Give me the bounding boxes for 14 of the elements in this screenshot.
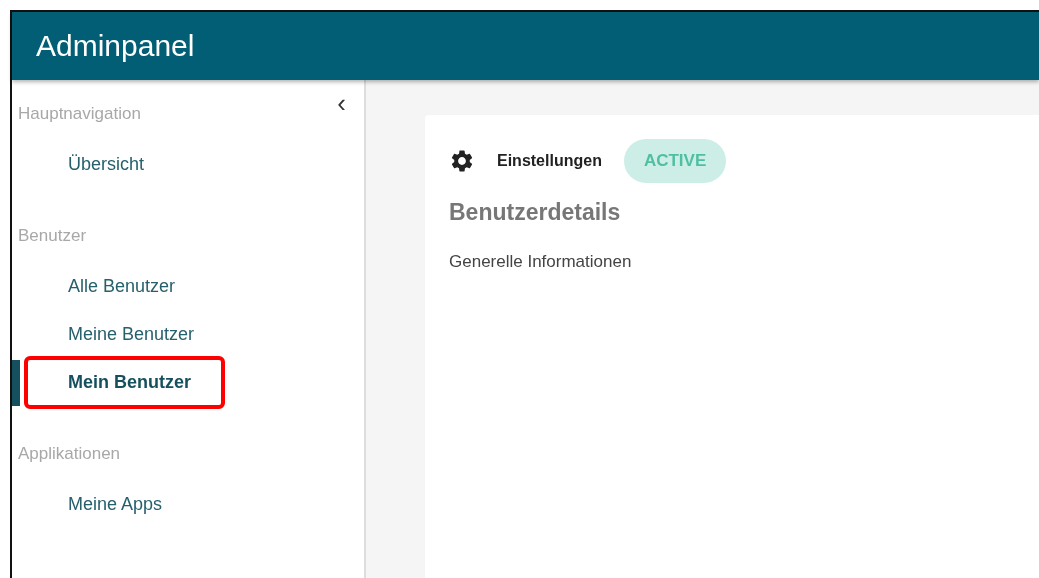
- section-subheading: Generelle Informationen: [449, 252, 633, 272]
- section-label: Benutzer: [18, 226, 87, 247]
- section-label: Hauptnavigation: [18, 104, 141, 125]
- collapse-button[interactable]: ‹: [337, 90, 346, 116]
- section-label: Applikationen: [18, 444, 121, 465]
- gear-icon: [449, 148, 475, 174]
- section-heading: Benutzerdetails: [449, 199, 622, 226]
- nav-item[interactable]: Meine Apps: [68, 489, 163, 519]
- settings-tab[interactable]: Einstellungen: [497, 152, 602, 170]
- app-title: Adminpanel: [36, 29, 195, 63]
- status-badge: ACTIVE: [623, 139, 727, 183]
- nav-item[interactable]: Meine Benutzer: [68, 319, 195, 349]
- nav-item[interactable]: Alle Benutzer: [68, 271, 176, 301]
- nav-item[interactable]: Übersicht: [68, 149, 145, 179]
